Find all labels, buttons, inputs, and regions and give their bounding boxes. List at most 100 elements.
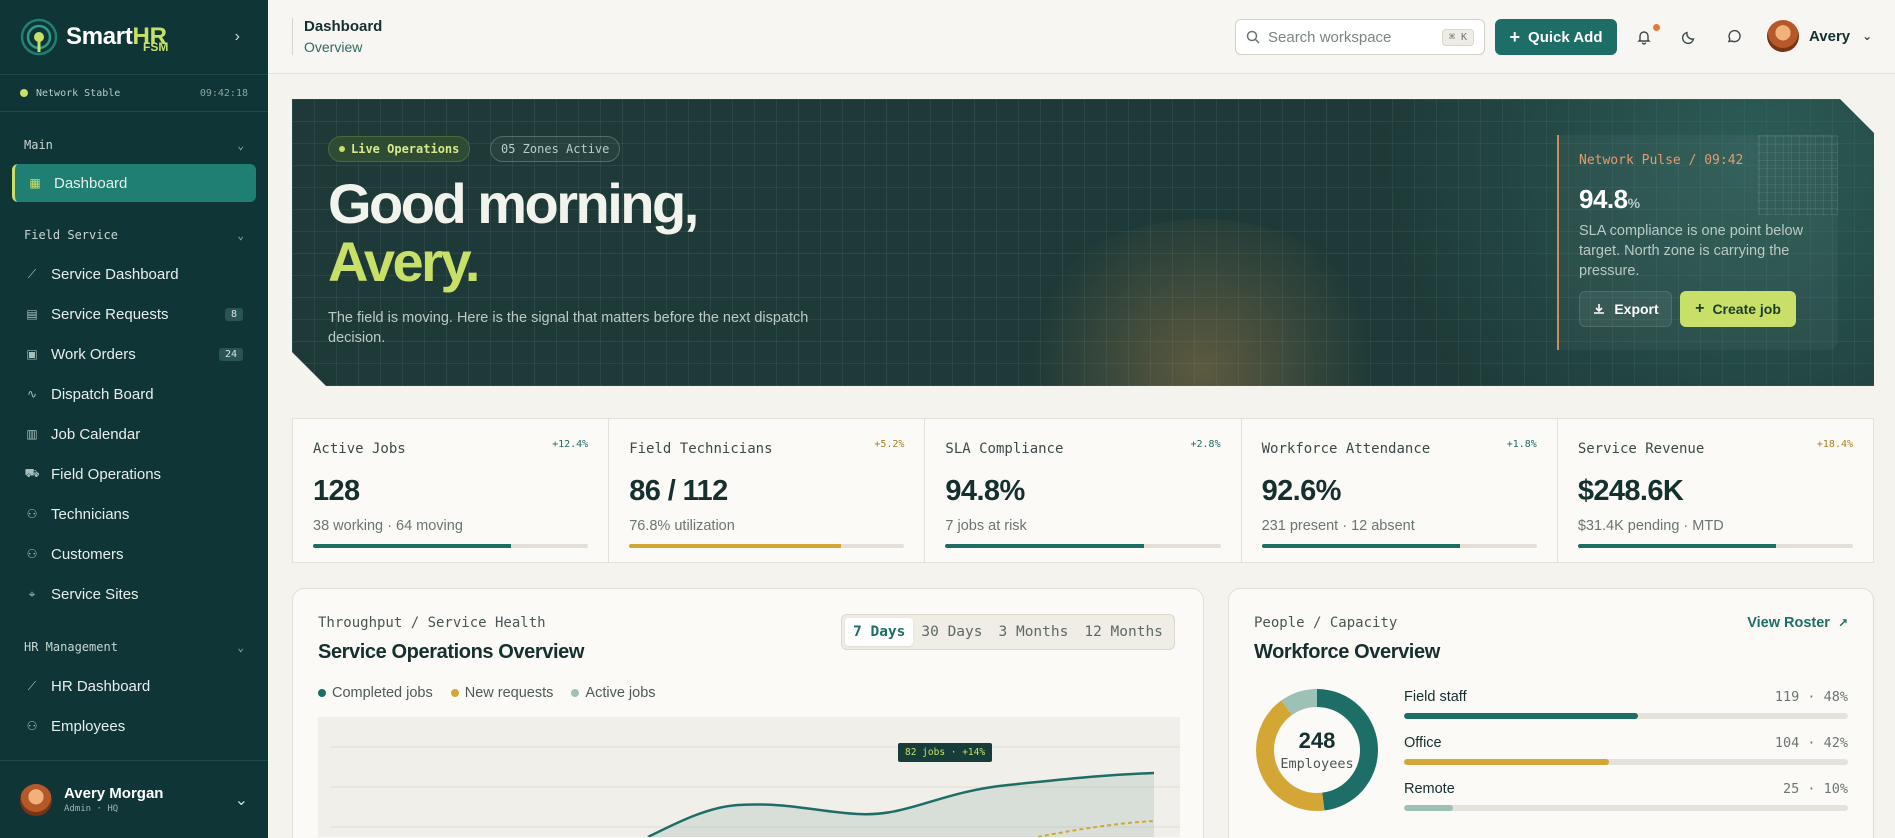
chevron-down-icon: ⌄ bbox=[1862, 29, 1873, 43]
sidebar: SmartHR FSM › Network Stable 09:42:18 Ma… bbox=[0, 0, 268, 838]
range-selector: 7 Days 30 Days 3 Months 12 Months bbox=[841, 614, 1175, 650]
panel-eyebrow: Throughput / Service Health bbox=[318, 615, 546, 631]
map-pin-icon: ⌖ bbox=[28, 586, 36, 601]
range-option[interactable]: 7 Days bbox=[845, 618, 914, 646]
briefcase-icon: ▣ bbox=[26, 347, 38, 361]
kpi-progress-bar bbox=[629, 544, 905, 548]
sidebar-item-label: Dispatch Board bbox=[51, 385, 154, 403]
download-icon bbox=[1592, 302, 1606, 316]
nav-section-label: Field Service bbox=[24, 228, 118, 242]
workforce-panel: People / Capacity Workforce Overview Vie… bbox=[1228, 588, 1874, 838]
sidebar-item-employees[interactable]: ⚇ Employees bbox=[0, 706, 268, 746]
kpi-value: 86 / 112 bbox=[629, 475, 728, 507]
range-option[interactable]: 30 Days bbox=[913, 618, 990, 646]
sidebar-item-technicians[interactable]: ⚇ Technicians bbox=[0, 494, 268, 534]
sidebar-item-customers[interactable]: ⚇ Customers bbox=[0, 534, 268, 574]
workforce-breakdown: Field staff 119 · 48% Office 104 · 42% R… bbox=[1404, 689, 1848, 827]
sidebar-item-service-requests[interactable]: ▤ Service Requests 8 bbox=[0, 294, 268, 334]
sidebar-item-label: Job Calendar bbox=[51, 425, 141, 443]
sidebar-item-service-dashboard[interactable]: ⟋ Service Dashboard bbox=[0, 254, 268, 294]
kpi-progress-bar bbox=[1577, 544, 1854, 548]
greeting: Good morning, bbox=[328, 172, 697, 235]
quick-add-button[interactable]: + Quick Add bbox=[1495, 19, 1617, 55]
legend-swatch bbox=[318, 689, 326, 697]
sidebar-nav: Main ⌄ ▦ Dashboard Field Service ⌄ ⟋ Service … bbox=[0, 126, 268, 746]
legend-label: New requests bbox=[464, 685, 554, 701]
brand[interactable]: SmartHR FSM › bbox=[0, 0, 268, 74]
sidebar-item-service-sites[interactable]: ⌖ Service Sites bbox=[0, 574, 268, 614]
kpi-progress-bar bbox=[945, 544, 1221, 548]
sidebar-item-label: Work Orders bbox=[51, 345, 136, 363]
create-job-button[interactable]: + Create job bbox=[1680, 291, 1796, 327]
sidebar-item-field-operations[interactable]: ⛟ Field Operations bbox=[0, 454, 268, 494]
sidebar-item-dispatch-board[interactable]: ∿ Dispatch Board bbox=[0, 374, 268, 414]
kpi-card[interactable]: Service Revenue +18.4% $248.6K $31.4K pe… bbox=[1558, 419, 1873, 562]
kpi-value: 94.8% bbox=[945, 475, 1025, 507]
chart-legend: Completed jobs New requests Active jobs bbox=[318, 685, 674, 701]
radio-tower-logo-icon bbox=[20, 18, 58, 56]
chevron-down-icon: ⌄ bbox=[237, 138, 244, 152]
chevron-down-icon[interactable]: ⌄ bbox=[235, 790, 248, 810]
search-input[interactable]: Search workspace ⌘ K bbox=[1235, 19, 1485, 55]
export-button[interactable]: Export bbox=[1579, 291, 1672, 327]
user-role: Admin · HQ bbox=[64, 804, 119, 814]
legend-item[interactable]: Completed jobs bbox=[318, 685, 433, 701]
user-card[interactable]: Avery Morgan Admin · HQ ⌄ bbox=[0, 760, 268, 838]
sidebar-item-label: Employees bbox=[51, 717, 126, 735]
nav-section-header[interactable]: HR Management ⌄ bbox=[0, 628, 268, 666]
nav-section-header[interactable]: Main ⌄ bbox=[0, 126, 268, 164]
chart-line-icon: ⟋ bbox=[27, 266, 37, 281]
clipboard-icon: ▤ bbox=[26, 307, 38, 321]
sidebar-item-work-orders[interactable]: ▣ Work Orders 24 bbox=[0, 334, 268, 374]
pulse-grid bbox=[1758, 135, 1838, 215]
chevron-right-icon[interactable]: › bbox=[235, 28, 240, 46]
breadcrumb: Dashboard Overview bbox=[292, 18, 382, 55]
range-option[interactable]: 3 Months bbox=[991, 618, 1077, 646]
users-icon: ⚇ bbox=[26, 547, 38, 561]
range-option[interactable]: 12 Months bbox=[1076, 618, 1171, 646]
donut-total: 248 bbox=[1298, 728, 1336, 753]
kpi-value: 128 bbox=[313, 475, 360, 507]
moon-icon[interactable] bbox=[1678, 26, 1700, 48]
network-pulse-card: Network Pulse / 09:42 94.8% SLA complian… bbox=[1557, 135, 1838, 350]
nav-section-header[interactable]: Field Service ⌄ bbox=[0, 216, 268, 254]
kpi-card[interactable]: SLA Compliance +2.8% 94.8% 7 jobs at ris… bbox=[925, 419, 1242, 562]
chevron-down-icon: ⌄ bbox=[237, 228, 244, 242]
kpi-delta: +1.8% bbox=[1506, 439, 1537, 450]
workforce-row-label: Remote bbox=[1404, 781, 1455, 797]
brand-sub: FSM bbox=[143, 40, 169, 54]
sidebar-item-dashboard[interactable]: ▦ Dashboard bbox=[12, 164, 256, 202]
view-roster-link[interactable]: View Roster ↗ bbox=[1747, 615, 1848, 631]
workforce-row: Office 104 · 42% bbox=[1404, 735, 1848, 781]
user-menu[interactable]: Avery ⌄ bbox=[1767, 20, 1872, 52]
kpi-row: Active Jobs +12.4% 128 38 working · 64 m… bbox=[292, 418, 1874, 563]
donut-center: 248 Employees bbox=[1254, 687, 1380, 813]
sidebar-item-label: Service Requests bbox=[51, 305, 169, 323]
kpi-progress-fill bbox=[313, 544, 512, 548]
sidebar-item-label: Technicians bbox=[51, 505, 130, 523]
legend-label: Active jobs bbox=[585, 685, 656, 701]
bell-icon[interactable] bbox=[1633, 26, 1655, 48]
kpi-card[interactable]: Workforce Attendance +1.8% 92.6% 231 pre… bbox=[1242, 419, 1558, 562]
sidebar-item-job-calendar[interactable]: ▥ Job Calendar bbox=[0, 414, 268, 454]
kpi-card[interactable]: Active Jobs +12.4% 128 38 working · 64 m… bbox=[293, 419, 610, 562]
live-operations-chip: Live Operations bbox=[328, 136, 470, 162]
service-operations-panel: Throughput / Service Health Service Oper… bbox=[292, 588, 1204, 838]
count-badge: 8 bbox=[224, 307, 243, 321]
kpi-label: SLA Compliance bbox=[945, 441, 1064, 457]
pulse-description: SLA compliance is one point below target… bbox=[1579, 223, 1804, 279]
kpi-card[interactable]: Field Technicians +5.2% 86 / 112 76.8% u… bbox=[609, 419, 926, 562]
kpi-progress-fill bbox=[1261, 544, 1460, 548]
legend-item[interactable]: New requests bbox=[450, 685, 554, 701]
workforce-row-bar bbox=[1404, 805, 1848, 811]
workforce-row-fill bbox=[1404, 805, 1453, 811]
sidebar-item-label: Service Dashboard bbox=[51, 265, 179, 283]
user-short-name: Avery bbox=[1809, 27, 1851, 45]
legend-item[interactable]: Active jobs bbox=[571, 685, 656, 701]
sidebar-item-hr-dashboard[interactable]: ⟋ HR Dashboard bbox=[0, 666, 268, 706]
throughput-chart-svg bbox=[330, 746, 1180, 838]
chat-icon[interactable] bbox=[1723, 26, 1745, 48]
kpi-delta: +18.4% bbox=[1816, 439, 1854, 450]
legend-swatch bbox=[450, 689, 459, 697]
kpi-subtext: 76.8% utilization bbox=[629, 518, 735, 534]
